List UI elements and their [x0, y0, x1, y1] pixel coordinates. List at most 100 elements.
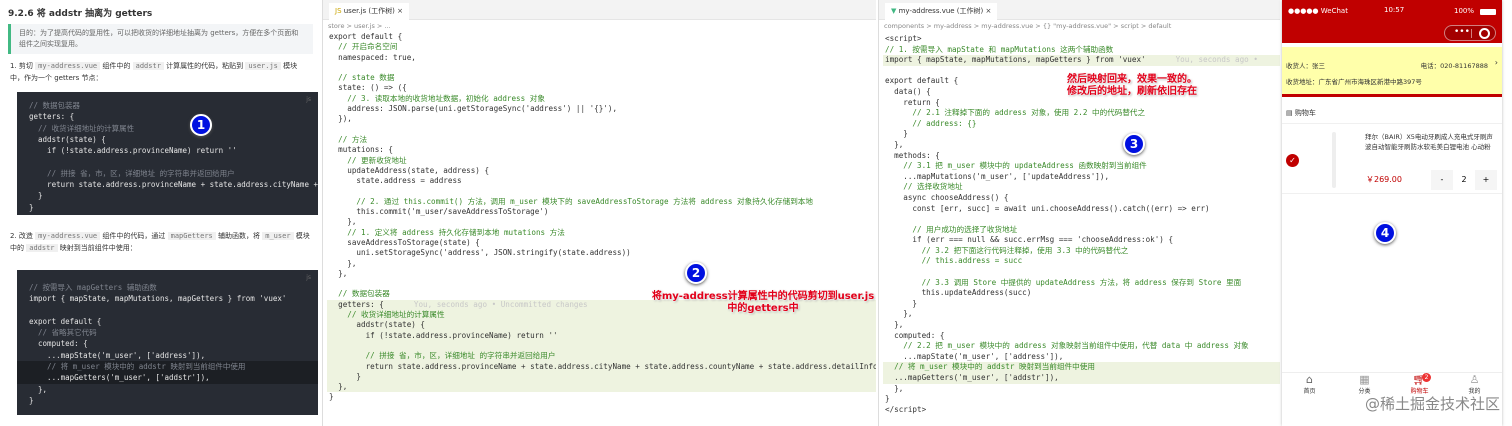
tab-label: my-address.vue (工作树) [898, 7, 984, 15]
product-name[interactable]: 拜尔（BAIR）X5电动牙刷成人充电式牙刷声波自动智能牙刷防水软毛美白锂电池 心… [1365, 132, 1497, 152]
code-text: saveAddressToStorage(state) { [329, 237, 480, 247]
receiver: 收货人：张三 [1286, 62, 1325, 70]
code-line: ...mapState('m_user', ['address']), [29, 350, 307, 361]
code-line: // 拼接 省，市，区，详细地址 的字符串并返回给用户 [327, 351, 876, 362]
code-text: // 选择收货地址 [885, 182, 963, 192]
code-text: // address: {} [885, 118, 977, 128]
step-badge-3: 3 [1123, 133, 1145, 155]
code-line: }), [327, 114, 876, 124]
decrement-button[interactable]: - [1431, 170, 1453, 190]
step-2: 2. 改造 my-address.vue 组件中的代码，通过 mapGetter… [10, 230, 310, 254]
code-line: }, [327, 259, 876, 269]
code-line: // 2. 通过 this.commit() 方法，调用 m_user 模块下的… [327, 197, 876, 207]
breadcrumb[interactable]: store > user.js > ... [328, 22, 391, 30]
code-text: // 将 m_user 模块中的 addstr 映射到当前组件中使用 [29, 362, 246, 372]
product-image[interactable] [1306, 130, 1356, 188]
code-text: // 拼接 省，市，区，详细地址 的字符串并返回给用户 [329, 351, 556, 361]
capsule-menu[interactable]: ••• [1444, 25, 1496, 41]
code-text: <script> [885, 34, 922, 43]
code-text: }, [885, 383, 904, 393]
code-line: updateAddress(state, address) { [327, 166, 876, 176]
code-line: ...mapMutations('m_user', ['updateAddres… [883, 172, 1280, 183]
editor-my-address-vue: ▼ my-address.vue (工作树) × components > my… [878, 0, 1280, 426]
code-line: // 用户成功的选择了收货地址 [883, 225, 1280, 236]
code-line: } [327, 392, 876, 402]
code-line: // 收货详细地址的计算属性 [29, 123, 307, 134]
code-text: // 将 m_user 模块中的 addstr 映射到当前组件中使用 [885, 362, 1095, 372]
code-line: import { mapState, mapMutations, mapGett… [29, 293, 307, 304]
js-file-icon: JS [335, 7, 344, 15]
code-line: const [err, succ] = await uni.chooseAddr… [883, 204, 1280, 215]
code-line: // 2.2 把 m_user 模块中的 address 对象映射当前组件中使用… [883, 341, 1280, 352]
code-text: getters: { [329, 299, 384, 309]
code-text: data() { [885, 86, 931, 96]
tab-user-js[interactable]: JS user.js (工作树) × [329, 3, 409, 20]
code-text: // 2.2 把 m_user 模块中的 address 对象映射当前组件中使用… [885, 341, 1249, 351]
address-card[interactable]: 收货人：张三 电话：020-81167888 › 收货地址：广东省广州市海珠区新… [1282, 47, 1502, 97]
text: 2. 改造 [10, 232, 33, 240]
breadcrumb[interactable]: components > my-address > my-address.vue… [884, 22, 1171, 30]
code-line: // 方法 [327, 135, 876, 145]
code-line: // state 数据 [327, 73, 876, 83]
inline-code: m_user [262, 232, 294, 240]
close-icon[interactable]: × [986, 7, 992, 15]
code-text: this.updateAddress(succ) [885, 288, 1032, 298]
quantity-value[interactable]: 2 [1453, 170, 1475, 190]
code-line: this.updateAddress(succ) [883, 288, 1280, 299]
code-line: ...mapGetters('m_user', ['addstr']), [17, 372, 318, 384]
code-text: // 3.2 把下面这行代码注释掉，使用 3.3 中的代码替代之 [885, 245, 1129, 255]
code-text: } [29, 202, 34, 212]
code-line: }, [883, 384, 1280, 395]
code-area[interactable]: export default { // 开启命名空间 namespaced: t… [327, 32, 876, 403]
text: 组件中的 [102, 62, 131, 70]
code-text: state: () => ({ [329, 83, 407, 93]
code-line: state.address = address [327, 176, 876, 186]
code-line: } [29, 395, 307, 406]
code-text: return state.address.provinceName + stat… [47, 180, 318, 190]
annotation-note: 将my-address计算属性中的代码剪切到user.js中的getters中 [651, 291, 875, 314]
code-line: // 2.1 注释掉下面的 address 对象，使用 2.2 中的代码替代之 [883, 108, 1280, 119]
code-text: mutations: { [329, 145, 394, 155]
code-text: address: JSON.parse(uni.getStorageSync('… [329, 104, 618, 114]
code-text: } [329, 392, 334, 402]
increment-button[interactable]: + [1475, 170, 1497, 190]
code-text: const [err, succ] = await uni.chooseAddr… [885, 203, 1210, 213]
text: 1. 剪切 [10, 62, 33, 70]
code-line: }, [327, 382, 876, 393]
code-text: state.address = address [329, 176, 462, 186]
shop-icon: ▤ [1286, 109, 1295, 117]
code-text: // 拼接 省，市，区，详细地址 的字符串并返回给用户 [29, 168, 235, 178]
vue-file-icon: ▼ [891, 7, 899, 15]
editor-tab-bar: JS user.js (工作树) × [323, 0, 876, 20]
code-line: // 3.2 把下面这行代码注释掉，使用 3.3 中的代码替代之 [883, 246, 1280, 257]
close-icon[interactable]: × [397, 7, 403, 15]
code-line: ...mapGetters('m_user', ['addstr']), [883, 373, 1280, 384]
code-text: } [29, 191, 43, 201]
more-icon[interactable]: ••• [1454, 27, 1470, 37]
code-line: // 更新收货地址 [327, 156, 876, 166]
status-bar: ●●●●● WeChat 10:57 100% ••• [1282, 0, 1502, 43]
code-text: // 2. 通过 this.commit() 方法，调用 m_user 模块下的… [329, 196, 813, 206]
code-line: addstr(state) { [29, 134, 307, 145]
code-text: addstr(state) { [329, 320, 426, 330]
code-text: addstr(state) { [29, 134, 106, 144]
code-line: </script> [883, 405, 1280, 416]
user-icon: ♙ [1469, 373, 1480, 386]
close-miniprogram-icon[interactable] [1479, 28, 1490, 39]
code-text: return state.address.provinceName + stat… [329, 361, 876, 371]
code-text: if (!state.address.provinceName) return … [29, 146, 237, 156]
code-line: export default { [29, 316, 307, 327]
battery-level: 100% [1453, 7, 1474, 15]
code-text: async chooseAddress() { [885, 192, 1009, 202]
code-line: // 按需导入 mapGetters 辅助函数 [29, 282, 307, 293]
address: 收货地址：广东省广州市海珠区新港中路397号 [1286, 78, 1422, 86]
code-text: // 方法 [329, 134, 368, 144]
code-line: computed: { [883, 331, 1280, 342]
code-line: }, [327, 269, 876, 279]
checked-icon[interactable]: ✓ [1286, 154, 1299, 167]
code-line: // 拼接 省，市，区，详细地址 的字符串并返回给用户 [29, 168, 307, 179]
tab-my-address-vue[interactable]: ▼ my-address.vue (工作树) × [885, 3, 998, 20]
tab-home[interactable]: ⌂ 首页 [1282, 373, 1337, 404]
code-line: }, [883, 140, 1280, 151]
code-text: return { [885, 97, 940, 107]
